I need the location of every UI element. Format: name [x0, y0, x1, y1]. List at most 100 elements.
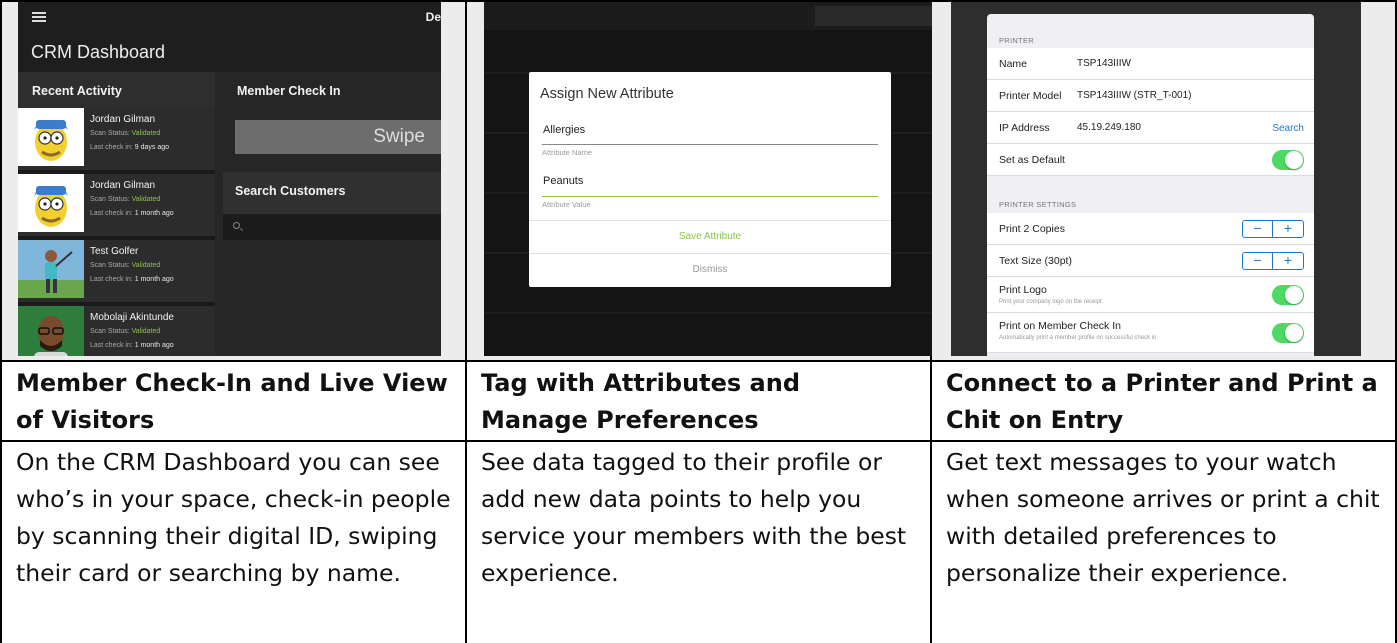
decrement-button[interactable]: − — [1243, 253, 1273, 269]
last-value: 1 month ago — [134, 342, 174, 349]
status-prefix: Scan Status: — [90, 328, 132, 335]
activity-last-check-in: Last check in: 9 days ago — [90, 144, 169, 151]
activity-last-check-in: Last check in: 1 month ago — [90, 210, 174, 217]
attribute-screen: Assign New Attribute Allergies Attribute… — [484, 2, 935, 356]
print-on-check-in-row: Print on Member Check In Automatically p… — [987, 313, 1314, 353]
assign-attribute-dialog: Assign New Attribute Allergies Attribute… — [529, 72, 891, 287]
dialog-divider — [529, 253, 891, 254]
top-bar: De — [18, 2, 441, 34]
name-label: Name — [999, 58, 1028, 70]
feature-title-cell: Connect to a Printer and Print a Chit on… — [930, 360, 1397, 442]
ip-label: IP Address — [999, 122, 1050, 134]
feature-description-cell: On the CRM Dashboard you can see who’s i… — [0, 440, 467, 643]
member-check-in-heading: Member Check In — [223, 72, 441, 108]
recent-activity-pane: Recent Activity Jordan Gilman Scan Statu… — [18, 72, 215, 356]
attribute-name-input[interactable]: Allergies — [543, 124, 585, 136]
status-value: Validated — [131, 328, 161, 335]
increment-button[interactable]: + — [1273, 221, 1303, 237]
activity-status: Scan Status: Validated — [90, 196, 160, 203]
member-check-in-pane: Member Check In Swipe Search Customers — [223, 72, 441, 356]
model-value: TSP143IIIW (STR_T-001) — [1077, 90, 1192, 101]
activity-name: Jordan Gilman — [90, 114, 156, 125]
printer-screen: PRINTER Name TSP143IIIW Printer Model TS… — [951, 2, 1361, 356]
activity-name: Test Golfer — [90, 246, 139, 257]
text-size-label: Text Size (30pt) — [999, 255, 1072, 267]
recent-activity-heading: Recent Activity — [18, 72, 215, 108]
status-prefix: Scan Status: — [90, 262, 132, 269]
dialog-title: Assign New Attribute — [540, 86, 674, 102]
attribute-dialog-screenshot: Assign New Attribute Allergies Attribute… — [465, 0, 935, 362]
top-right-text: De — [425, 10, 441, 24]
print-logo-label: Print Logo — [999, 284, 1047, 296]
activity-status: Scan Status: Validated — [90, 130, 160, 137]
set-default-toggle[interactable] — [1272, 150, 1304, 170]
feature-title-cell: Tag with Attributes and Manage Preferenc… — [465, 360, 932, 442]
last-prefix: Last check in: — [90, 342, 135, 349]
text-size-row: Text Size (30pt) − + — [987, 245, 1314, 277]
status-value: Validated — [131, 196, 161, 203]
increment-button[interactable]: + — [1273, 253, 1303, 269]
feature-description: See data tagged to their profile or add … — [481, 448, 907, 587]
dialog-divider — [529, 220, 891, 221]
print-logo-row: Print Logo Print your company logo on th… — [987, 277, 1314, 313]
name-value: TSP143IIIW — [1077, 58, 1131, 69]
attribute-name-underline — [542, 144, 878, 145]
attribute-value-label: Attribute Value — [542, 200, 591, 209]
activity-last-check-in: Last check in: 1 month ago — [90, 276, 174, 283]
print-check-in-label: Print on Member Check In — [999, 320, 1121, 332]
activity-item[interactable]: Test Golfer Scan Status: Validated Last … — [18, 240, 215, 302]
printer-settings-heading: PRINTER SETTINGS — [999, 200, 1077, 209]
background-header — [484, 2, 935, 30]
status-prefix: Scan Status: — [90, 196, 132, 203]
print-check-in-toggle[interactable] — [1272, 323, 1304, 343]
crm-dashboard-screenshot: De CRM Dashboard Recent Activity Jordan … — [0, 0, 467, 362]
print-logo-description: Print your company logo on the receipt — [999, 299, 1102, 305]
attribute-name-label: Attribute Name — [542, 148, 593, 157]
printer-name-row: Name TSP143IIIW — [987, 48, 1314, 80]
golfer-photo-icon — [18, 240, 84, 298]
attribute-value-input[interactable]: Peanuts — [543, 175, 583, 187]
app-title: CRM Dashboard — [18, 34, 441, 72]
status-value: Validated — [131, 262, 161, 269]
activity-item[interactable]: Mobolaji Akintunde Scan Status: Validate… — [18, 306, 215, 356]
avatar — [18, 306, 84, 356]
model-label: Printer Model — [999, 90, 1062, 102]
feature-description: Get text messages to your watch when som… — [946, 448, 1380, 587]
activity-status: Scan Status: Validated — [90, 262, 160, 269]
menu-icon[interactable] — [32, 12, 46, 22]
decrement-button[interactable]: − — [1243, 221, 1273, 237]
activity-item[interactable]: Jordan Gilman Scan Status: Validated Las… — [18, 174, 215, 236]
background-divider — [484, 312, 935, 314]
printer-settings-screenshot: PRINTER Name TSP143IIIW Printer Model TS… — [930, 0, 1397, 362]
cartoon-avatar-icon — [18, 108, 84, 166]
bitmoji-avatar-icon — [18, 306, 84, 356]
activity-name: Mobolaji Akintunde — [90, 312, 174, 323]
text-size-stepper: − + — [1242, 252, 1304, 270]
save-attribute-button[interactable]: Save Attribute — [529, 231, 891, 242]
set-default-row: Set as Default — [987, 144, 1314, 176]
search-input[interactable] — [223, 214, 441, 240]
ip-address-row: IP Address 45.19.249.180 Search — [987, 112, 1314, 144]
copies-row: Print 2 Copies − + — [987, 213, 1314, 245]
last-value: 1 month ago — [134, 276, 174, 283]
printer-settings-panel: PRINTER Name TSP143IIIW Printer Model TS… — [987, 14, 1314, 356]
attribute-value-underline — [542, 196, 878, 197]
last-value: 1 month ago — [134, 210, 174, 217]
avatar — [18, 174, 84, 232]
status-prefix: Scan Status: — [90, 130, 132, 137]
swipe-card-field[interactable]: Swipe — [235, 120, 441, 154]
avatar — [18, 240, 84, 298]
feature-table: De CRM Dashboard Recent Activity Jordan … — [0, 0, 1397, 643]
activity-item[interactable]: Jordan Gilman Scan Status: Validated Las… — [18, 108, 215, 170]
activity-name: Jordan Gilman — [90, 180, 156, 191]
feature-title: Tag with Attributes and Manage Preferenc… — [481, 369, 801, 434]
crm-dashboard-screen: De CRM Dashboard Recent Activity Jordan … — [18, 2, 441, 356]
printer-model-row: Printer Model TSP143IIIW (STR_T-001) — [987, 80, 1314, 112]
last-prefix: Last check in: — [90, 276, 135, 283]
print-logo-toggle[interactable] — [1272, 285, 1304, 305]
print-check-in-description: Automatically print a member profile on … — [999, 335, 1157, 341]
feature-description-cell: Get text messages to your watch when som… — [930, 440, 1397, 643]
activity-status: Scan Status: Validated — [90, 328, 160, 335]
search-printer-link[interactable]: Search — [1272, 123, 1304, 134]
dismiss-button[interactable]: Dismiss — [529, 264, 891, 275]
